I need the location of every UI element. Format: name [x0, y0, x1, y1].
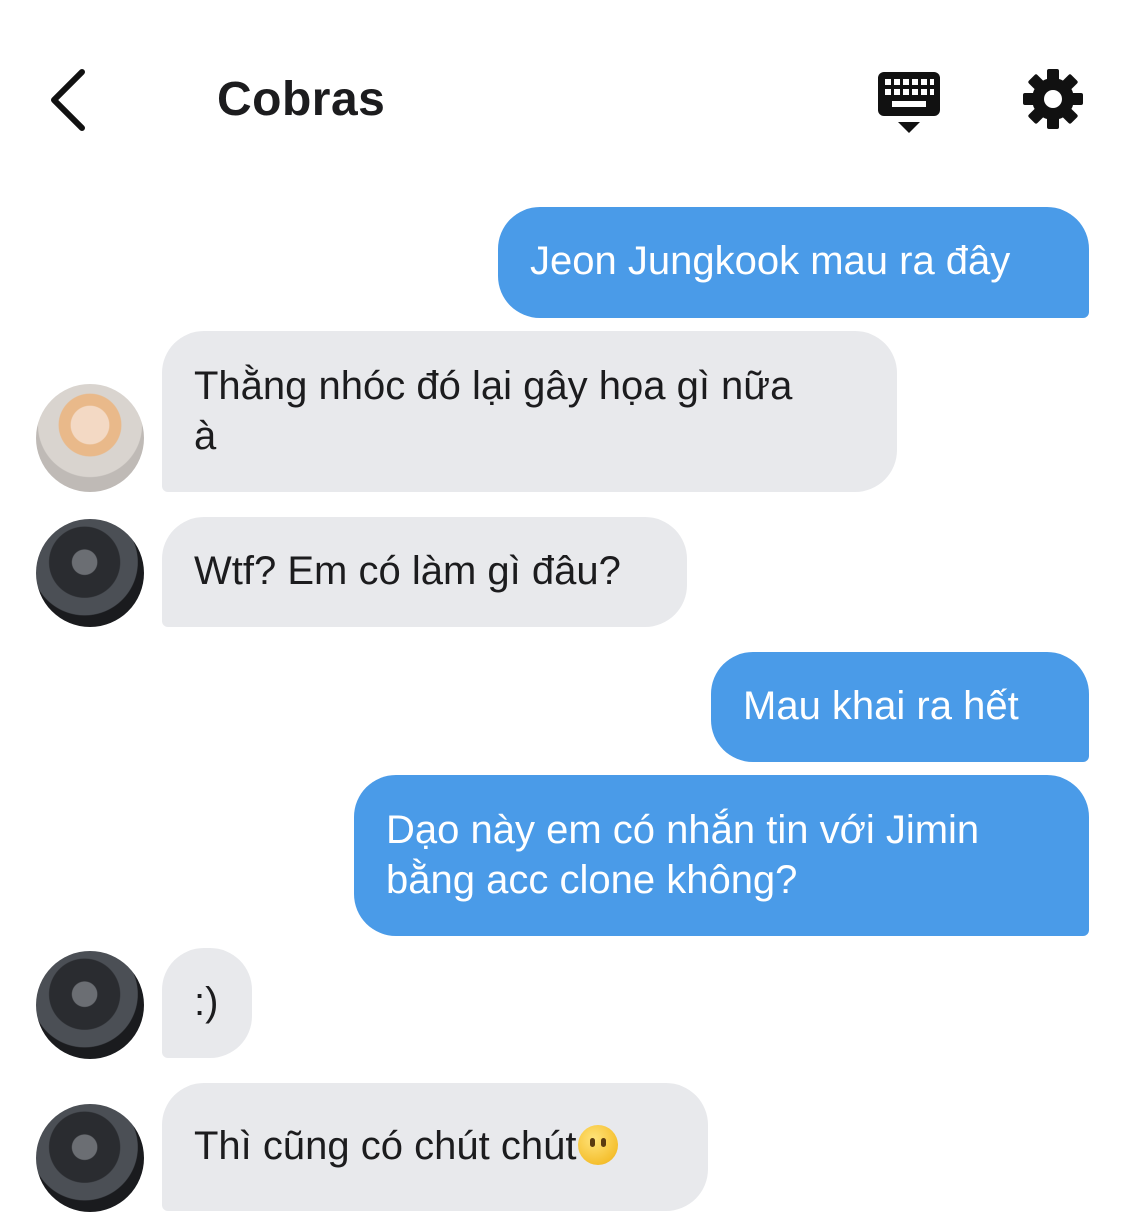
message-text: Jeon Jungkook mau ra đây — [530, 239, 1011, 283]
incoming-message[interactable]: Wtf? Em có làm gì đâu? — [162, 517, 687, 627]
chat-screen: Cobras Jeon Jungkook mau ra đây Thằng nh… — [0, 0, 1125, 1229]
message-text-line: bằng acc clone không? — [386, 858, 798, 902]
gear-icon — [1023, 69, 1083, 129]
incoming-message[interactable]: Thì cũng có chút chút — [162, 1083, 708, 1211]
chat-title: Cobras — [217, 73, 386, 126]
incoming-message[interactable]: Thằng nhóc đó lại gây họa gì nữa à — [162, 331, 897, 492]
settings-button[interactable] — [1022, 68, 1084, 130]
message-text-line: Dạo này em có nhắn tin với Jimin — [386, 808, 980, 852]
avatar[interactable] — [36, 384, 144, 492]
message-text-line: à — [194, 414, 217, 458]
chat-header: Cobras — [0, 0, 1125, 190]
outgoing-message[interactable]: Mau khai ra hết — [711, 652, 1089, 762]
avatar[interactable] — [36, 951, 144, 1059]
face-without-mouth-emoji-icon — [578, 1125, 619, 1165]
message-text: Mau khai ra hết — [743, 684, 1019, 728]
back-button[interactable] — [40, 66, 96, 134]
keyboard-button[interactable] — [876, 70, 942, 134]
message-text-line: Thằng nhóc đó lại gây họa gì nữa — [194, 364, 793, 408]
message-text: Thì cũng có chút chút — [194, 1124, 577, 1168]
chevron-left-icon — [51, 69, 85, 131]
avatar[interactable] — [36, 1104, 144, 1212]
outgoing-message[interactable]: Dạo này em có nhắn tin với Jimin bằng ac… — [354, 775, 1089, 936]
outgoing-message[interactable]: Jeon Jungkook mau ra đây — [498, 207, 1089, 318]
message-text: Wtf? Em có làm gì đâu? — [194, 549, 621, 593]
message-text: :) — [194, 980, 219, 1024]
keyboard-icon — [878, 72, 940, 133]
avatar[interactable] — [36, 519, 144, 627]
incoming-message[interactable]: :) — [162, 948, 252, 1058]
